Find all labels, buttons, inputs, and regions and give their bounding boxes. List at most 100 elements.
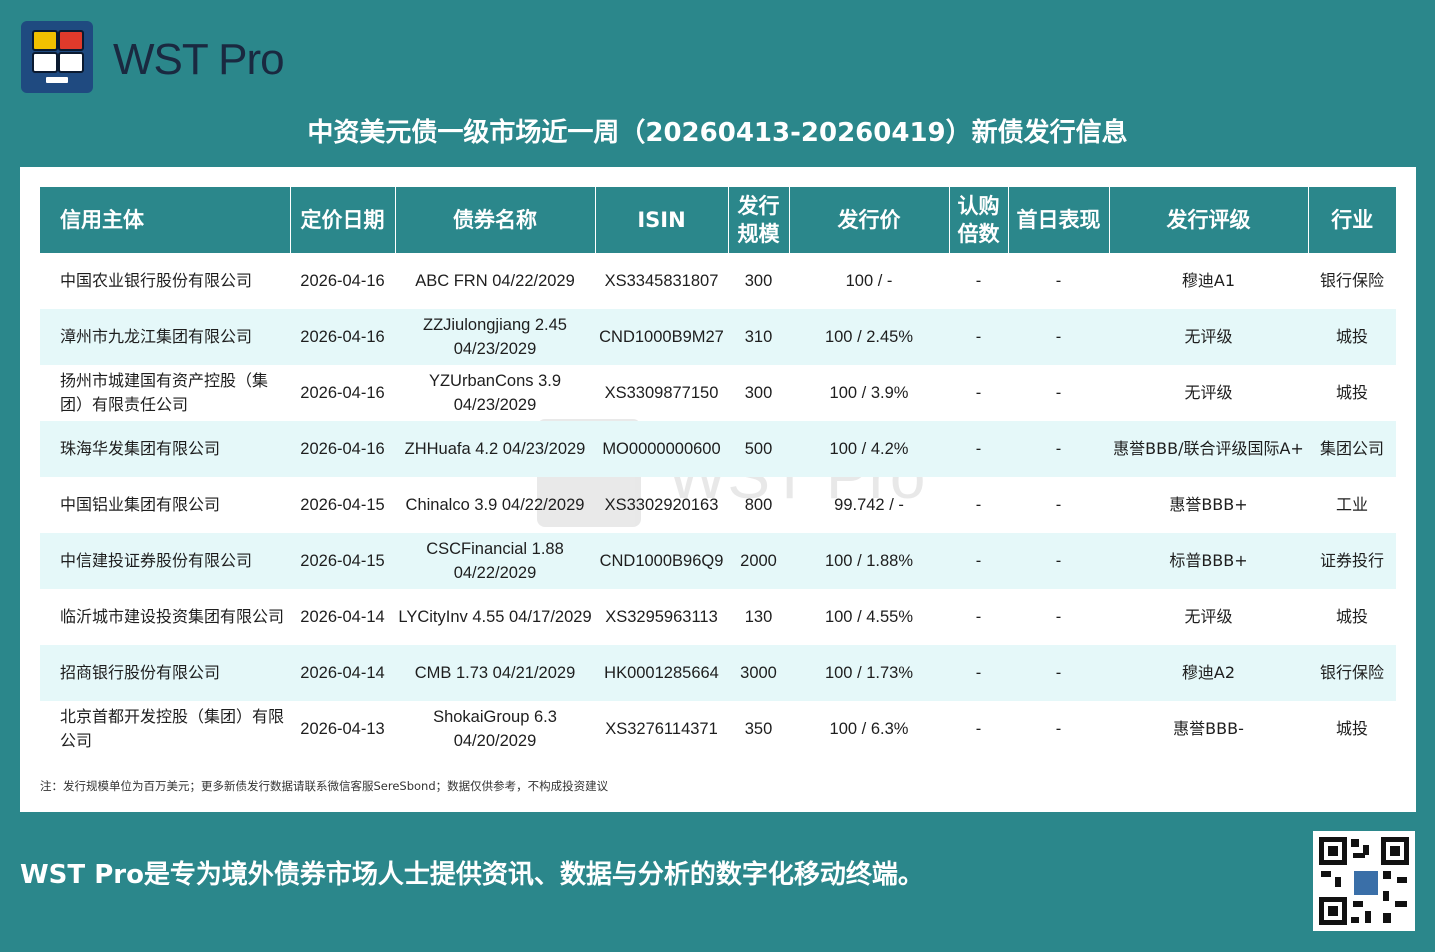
- cell-bond-name: CMB 1.73 04/21/2029: [395, 645, 595, 701]
- cell-isin: XS3276114371: [605, 720, 718, 738]
- col-header-first-day: 首日表现: [1008, 187, 1110, 253]
- cell-first-day: -: [1008, 645, 1109, 701]
- cell-issuer: 漳州市九龙江集团有限公司: [40, 309, 290, 365]
- table-footnote: 注：发行规模单位为百万美元；更多新债发行数据请联系微信客服SereSbond；数…: [40, 779, 609, 793]
- cell-industry: 城投: [1335, 383, 1368, 402]
- cell-subscription: -: [949, 309, 1008, 365]
- cell-issuer: 北京首都开发控股（集团）有限公司: [60, 707, 285, 750]
- cell-pricing-date: 2026-04-16: [290, 309, 395, 365]
- cell-pricing-date: 2026-04-16: [300, 384, 385, 402]
- cell-pricing-date: 2026-04-13: [300, 720, 385, 738]
- cell-rating: 无评级: [1184, 383, 1233, 402]
- cell-industry: 城投: [1335, 719, 1368, 738]
- slogan-text: WST Pro是专为境外债券市场人士提供资讯、数据与分析的数字化移动终端。: [20, 860, 924, 890]
- cell-industry: 银行保险: [1319, 271, 1384, 290]
- cell-isin: XS3309877150: [604, 384, 719, 402]
- cell-bond-name: ABC FRN 04/22/2029: [415, 272, 575, 290]
- cell-pricing-date: 2026-04-15: [300, 496, 385, 514]
- table-row: 中国铝业集团有限公司 2026-04-15 Chinalco 3.9 04/22…: [40, 477, 1396, 533]
- cell-rating: 标普BBB+: [1109, 533, 1308, 589]
- cell-issue-price: 100 / 2.45%: [789, 309, 949, 365]
- cell-isin: CND1000B96Q9: [595, 533, 728, 589]
- cell-pricing-date: 2026-04-15: [290, 533, 395, 589]
- cell-subscription: -: [975, 384, 982, 402]
- cell-rating: 惠誉BBB-: [1173, 719, 1244, 738]
- cell-rating: 惠誉BBB/联合评级国际A+: [1109, 421, 1308, 477]
- cell-issuer: 中信建投证券股份有限公司: [40, 533, 290, 589]
- table-row: 漳州市九龙江集团有限公司 2026-04-16 ZZJiulongjiang 2…: [40, 309, 1396, 365]
- cell-subscription: -: [975, 496, 982, 514]
- table-row: 中国农业银行股份有限公司 2026-04-16 ABC FRN 04/22/20…: [40, 253, 1396, 309]
- table-row: 扬州市城建国有资产控股（集团）有限责任公司 2026-04-16 YZUrban…: [40, 365, 1396, 421]
- cell-pricing-date: 2026-04-14: [290, 645, 395, 701]
- cell-isin: MO0000000600: [595, 421, 728, 477]
- cell-isin: XS3295963113: [605, 608, 718, 626]
- cell-bond-name: LYCityInv 4.55 04/17/2029: [398, 608, 592, 626]
- cell-subscription: -: [975, 720, 982, 738]
- cell-issuer: 珠海华发集团有限公司: [40, 421, 290, 477]
- col-header-issue-price: 发行价: [789, 187, 950, 253]
- col-header-issue-size: 发行规模: [728, 187, 790, 253]
- cell-industry: 证券投行: [1308, 533, 1396, 589]
- cell-industry: 城投: [1335, 607, 1368, 626]
- table-row: 珠海华发集团有限公司 2026-04-16 ZHHuafa 4.2 04/23/…: [40, 421, 1396, 477]
- cell-issue-size: 130: [744, 608, 773, 626]
- cell-issuer: 中国铝业集团有限公司: [60, 495, 221, 514]
- cell-rating: 穆迪A1: [1181, 271, 1236, 290]
- qr-code-icon[interactable]: [1313, 831, 1415, 931]
- cell-industry: 集团公司: [1308, 421, 1396, 477]
- cell-industry: 工业: [1335, 495, 1368, 514]
- cell-pricing-date: 2026-04-16: [290, 421, 395, 477]
- cell-issue-size: 300: [744, 272, 773, 290]
- cell-first-day: -: [1055, 496, 1062, 514]
- cell-first-day: -: [1008, 309, 1109, 365]
- cell-rating: 无评级: [1109, 309, 1308, 365]
- cell-issuer: 招商银行股份有限公司: [40, 645, 290, 701]
- cell-issue-size: 800: [744, 496, 773, 514]
- cell-rating: 穆迪A2: [1109, 645, 1308, 701]
- cell-bond-name: Chinalco 3.9 04/22/2029: [405, 496, 585, 514]
- cell-bond-name: CSCFinancial 1.88 04/22/2029: [395, 533, 595, 589]
- table-row: 临沂城市建设投资集团有限公司 2026-04-14 LYCityInv 4.55…: [40, 589, 1396, 645]
- cell-issue-size: 2000: [728, 533, 789, 589]
- cell-pricing-date: 2026-04-14: [300, 608, 385, 626]
- cell-subscription: -: [949, 645, 1008, 701]
- table-row: 招商银行股份有限公司 2026-04-14 CMB 1.73 04/21/202…: [40, 645, 1396, 701]
- cell-isin: HK0001285664: [595, 645, 728, 701]
- cell-issue-price: 100 / 1.73%: [789, 645, 949, 701]
- brand-name: WST Pro: [113, 35, 285, 84]
- cell-first-day: -: [1055, 384, 1062, 402]
- cell-subscription: -: [975, 272, 982, 290]
- col-header-bond-name: 债券名称: [395, 187, 596, 253]
- wst-logo-icon: [21, 21, 93, 93]
- cell-isin: CND1000B9M27: [595, 309, 728, 365]
- cell-subscription: -: [975, 608, 982, 626]
- cell-subscription: -: [949, 533, 1008, 589]
- col-header-subscription: 认购倍数: [949, 187, 1009, 253]
- cell-pricing-date: 2026-04-16: [300, 272, 385, 290]
- cell-rating: 惠誉BBB+: [1169, 495, 1248, 514]
- cell-issuer: 扬州市城建国有资产控股（集团）有限责任公司: [60, 371, 269, 414]
- cell-bond-name: ZZJiulongjiang 2.45 04/23/2029: [395, 309, 595, 365]
- cell-issuer: 中国农业银行股份有限公司: [60, 271, 253, 290]
- col-header-issuer: 信用主体: [40, 187, 291, 253]
- cell-first-day: -: [1008, 421, 1109, 477]
- cell-issue-price: 100 / 1.88%: [789, 533, 949, 589]
- cell-issue-size: 3000: [728, 645, 789, 701]
- bond-table-panel: WST Pro 信用主体 定价日期 债券名称 ISIN 发行规模 发行价 认购倍…: [20, 167, 1416, 812]
- cell-first-day: -: [1008, 533, 1109, 589]
- cell-issue-price: 100 / 4.55%: [824, 608, 914, 626]
- page-title: 中资美元债一级市场近一周（20260413-20260419）新债发行信息: [307, 118, 1128, 148]
- new-bond-table: 信用主体 定价日期 债券名称 ISIN 发行规模 发行价 认购倍数 首日表现 发…: [40, 187, 1396, 757]
- col-header-industry: 行业: [1308, 187, 1396, 253]
- cell-industry: 城投: [1308, 309, 1396, 365]
- cell-issuer: 临沂城市建设投资集团有限公司: [60, 607, 285, 626]
- col-header-rating: 发行评级: [1109, 187, 1309, 253]
- cell-bond-name: YZUrbanCons 3.9 04/23/2029: [428, 372, 562, 414]
- cell-issue-size: 500: [728, 421, 789, 477]
- cell-bond-name: ShokaiGroup 6.3 04/20/2029: [433, 708, 557, 750]
- col-header-pricing-date: 定价日期: [290, 187, 396, 253]
- cell-issue-price: 100 / 6.3%: [829, 720, 909, 738]
- cell-issue-size: 310: [728, 309, 789, 365]
- cell-issue-size: 300: [744, 384, 773, 402]
